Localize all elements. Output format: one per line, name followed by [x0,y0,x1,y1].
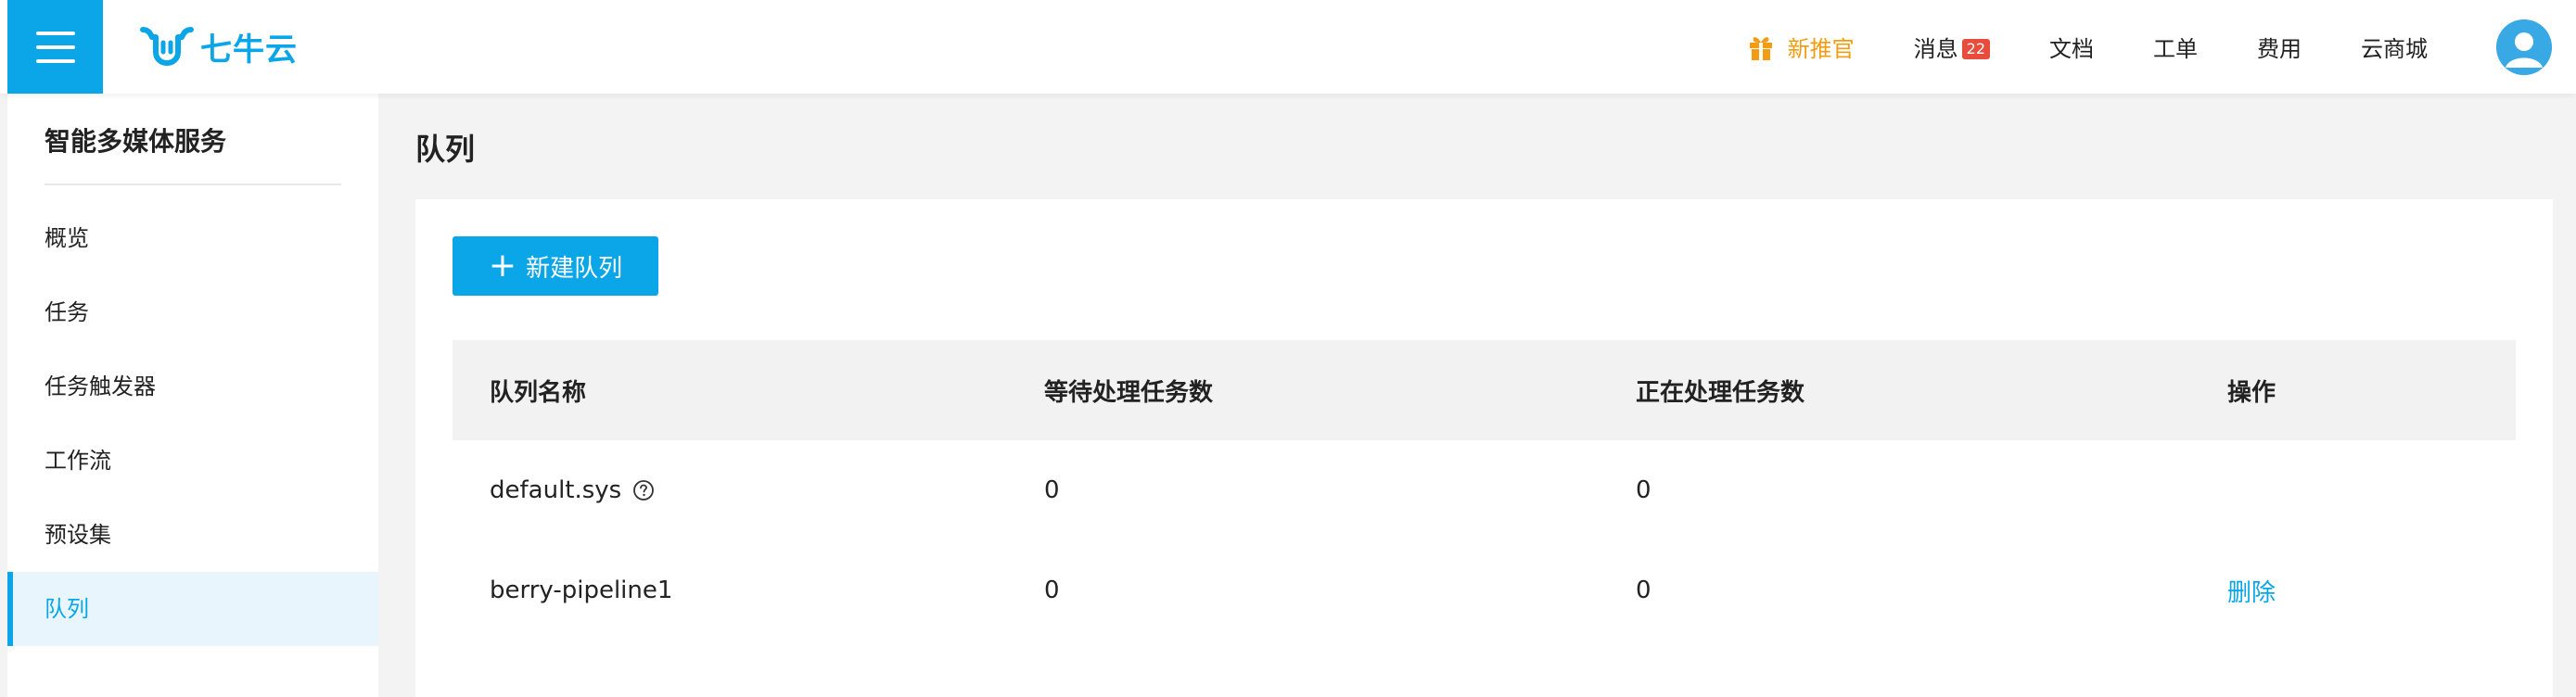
qiniu-logo-icon [140,27,194,66]
nav-docs[interactable]: 文档 [2049,31,2094,63]
plus-icon: + [488,247,517,285]
waiting-count-cell: 0 [1044,476,1060,504]
delete-queue-link[interactable]: 删除 [2227,574,2276,608]
sidebar-item-queues[interactable]: 队列 [7,572,378,646]
column-header-actions: 操作 [2227,378,2276,407]
sidebar-item-presets[interactable]: 预设集 [7,498,378,572]
table-header: 队列名称 等待处理任务数 正在处理任务数 操作 [453,340,2516,440]
gift-icon [1749,36,1772,60]
menu-icon[interactable] [7,0,103,94]
processing-count-cell: 0 [1636,476,1651,504]
top-nav: 新推官 消息 22 文档 工单 费用 云商城 [1690,0,2576,94]
nav-messages-label: 消息 [1913,36,1958,62]
queue-name: berry-pipeline1 [490,577,673,604]
sidebar-item-workflows[interactable]: 工作流 [7,424,378,498]
new-queue-button[interactable]: + 新建队列 [453,236,658,296]
logo-text: 七牛云 [200,31,298,69]
action-cell: 删除 [2227,574,2516,608]
processing-count-cell: 0 [1636,577,1651,604]
sidebar-item-overview[interactable]: 概览 [7,201,378,275]
queue-name-cell: berry-pipeline1 [453,577,1044,604]
queue-table: 队列名称 等待处理任务数 正在处理任务数 操作 default.sys 0 0 … [453,340,2516,640]
queue-name-cell: default.sys [453,476,1044,504]
column-header-name: 队列名称 [490,378,587,407]
sidebar-title: 智能多媒体服务 [45,126,227,157]
column-header-processing: 正在处理任务数 [1636,378,1805,407]
logo[interactable]: 七牛云 [139,20,298,72]
nav-ticket[interactable]: 工单 [2153,31,2198,63]
sidebar-item-tasks[interactable]: 任务 [7,275,378,349]
column-header-waiting: 等待处理任务数 [1044,378,1214,407]
queue-name: default.sys [490,476,622,504]
table-row: default.sys 0 0 [453,440,2516,540]
waiting-count-cell: 0 [1044,577,1060,604]
nav-messages[interactable]: 消息 22 [1914,31,1990,63]
help-icon[interactable] [632,479,655,501]
top-bar: 七牛云 新推官 消息 22 文档 工单 费用 云商城 [0,0,2576,94]
sidebar: 智能多媒体服务 概览 任务 任务触发器 工作流 预设集 队列 [7,94,378,697]
table-row: berry-pipeline1 0 0 删除 [453,540,2516,640]
nav-store[interactable]: 云商城 [2361,31,2428,63]
nav-promo-label: 新推官 [1787,36,1855,62]
messages-count-badge: 22 [1961,38,1990,59]
nav-billing[interactable]: 费用 [2257,31,2302,63]
new-queue-button-label: 新建队列 [526,254,623,283]
sidebar-menu: 概览 任务 任务触发器 工作流 预设集 队列 [7,201,378,646]
page-title: 队列 [415,132,476,167]
user-avatar-icon [2496,19,2552,75]
sidebar-item-task-triggers[interactable]: 任务触发器 [7,349,378,424]
sidebar-divider [45,184,341,185]
nav-promo[interactable]: 新推官 [1749,31,1855,63]
queue-card: + 新建队列 队列名称 等待处理任务数 正在处理任务数 操作 default.s… [415,199,2553,697]
avatar[interactable] [2496,19,2552,75]
